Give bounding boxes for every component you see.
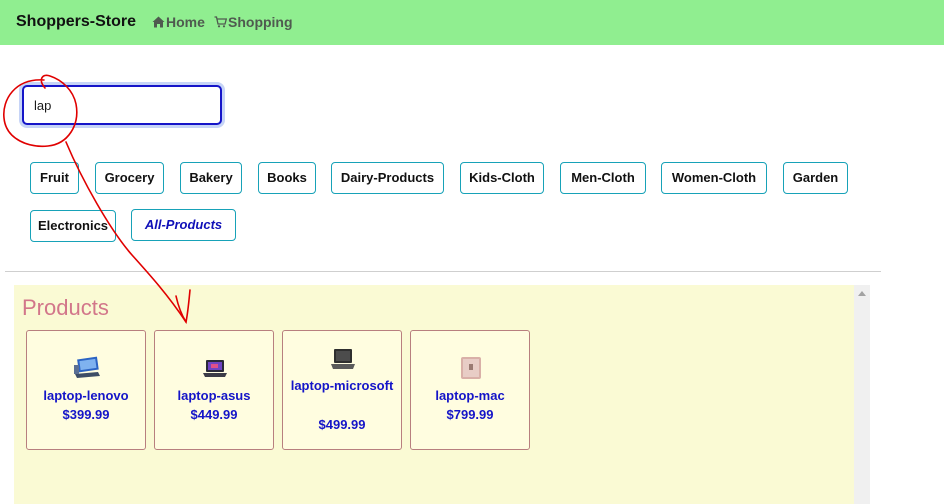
category-electronics-button[interactable]: Electronics (30, 210, 116, 242)
product-price: $499.99 (318, 417, 366, 432)
category-fruit-button[interactable]: Fruit (30, 162, 79, 194)
product-price: $799.99 (446, 407, 494, 422)
category-books-button[interactable]: Books (258, 162, 316, 194)
category-women-cloth-button[interactable]: Women-Cloth (661, 162, 767, 194)
products-title: Products (22, 295, 109, 320)
category-garden-button[interactable]: Garden (783, 162, 848, 194)
product-card[interactable]: laptop-lenovo $399.99 (26, 330, 146, 450)
nav-link-shopping-label: Shopping (228, 14, 293, 30)
laptop-icon (203, 360, 227, 377)
product-price: $399.99 (62, 407, 110, 422)
product-card[interactable]: laptop-microsoft $499.99 (282, 330, 402, 450)
product-price: $449.99 (190, 407, 238, 422)
category-bakery-button[interactable]: Bakery (180, 162, 242, 194)
category-all-products-button[interactable]: All-Products (131, 209, 236, 241)
category-dairy-products-button[interactable]: Dairy-Products (331, 162, 444, 194)
home-icon (152, 16, 165, 28)
product-card[interactable]: laptop-mac $799.99 (410, 330, 530, 450)
search-input[interactable] (22, 85, 222, 125)
nav-link-home[interactable]: Home (152, 14, 205, 30)
nav-link-shopping[interactable]: Shopping (214, 14, 293, 30)
brand-logo-text[interactable]: Shoppers-Store (16, 13, 136, 31)
product-name: laptop-lenovo (43, 388, 129, 403)
laptop-icon (331, 349, 355, 369)
product-card[interactable]: laptop-asus $449.99 (154, 330, 274, 450)
cart-icon (214, 16, 227, 28)
product-name: laptop-microsoft (290, 378, 394, 393)
navbar: Shoppers-Store Home Shopping (0, 0, 944, 45)
laptop-tablet-icon (74, 356, 100, 378)
category-grocery-button[interactable]: Grocery (95, 162, 164, 194)
category-men-cloth-button[interactable]: Men-Cloth (560, 162, 646, 194)
product-name: laptop-asus (177, 388, 251, 403)
category-kids-cloth-button[interactable]: Kids-Cloth (460, 162, 544, 194)
product-name: laptop-mac (435, 388, 505, 403)
products-scrollbar[interactable] (854, 285, 870, 504)
section-divider (5, 271, 881, 272)
scroll-up-icon[interactable] (858, 291, 866, 296)
products-panel: Products laptop-lenovo $399.99 laptop-as… (14, 285, 854, 504)
laptop-icon (461, 357, 481, 379)
nav-link-home-label: Home (166, 14, 205, 30)
